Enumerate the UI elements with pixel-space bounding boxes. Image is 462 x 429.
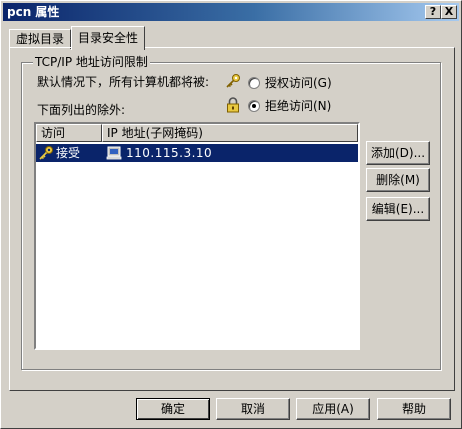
ok-button[interactable]: 确定 xyxy=(136,398,210,420)
apply-button[interactable]: 应用(A) xyxy=(296,398,370,420)
list-row[interactable]: 接受 110.115.3.10 xyxy=(36,144,358,162)
exceptions-list[interactable]: 访问 IP 地址(子网掩码) 接受 110.115.3.10 xyxy=(34,122,360,350)
key-icon xyxy=(39,146,53,160)
window-title: pcn 属性 xyxy=(7,5,60,19)
column-header-ip[interactable]: IP 地址(子网掩码) xyxy=(102,124,358,142)
grant-access-label[interactable]: 授权访问(G) xyxy=(265,75,332,91)
lock-icon xyxy=(227,97,239,113)
deny-access-label[interactable]: 拒绝访问(N) xyxy=(265,98,331,114)
row-access: 接受 xyxy=(56,146,81,160)
edit-button[interactable]: 编辑(E)... xyxy=(366,197,430,221)
column-header-access[interactable]: 访问 xyxy=(36,124,102,142)
group-title: TCP/IP 地址访问限制 xyxy=(33,55,150,69)
tab-virtual-directory[interactable]: 虚拟目录 xyxy=(9,29,72,49)
deny-access-radio[interactable] xyxy=(248,100,260,112)
list-header: 访问 IP 地址(子网掩码) xyxy=(36,124,358,142)
properties-dialog: pcn 属性 ? X 虚拟目录 目录安全性 TCP/IP 地址访问限制 默认情况… xyxy=(0,0,462,429)
tab-directory-security[interactable]: 目录安全性 xyxy=(71,26,146,50)
help-title-button[interactable]: ? xyxy=(425,5,441,19)
add-button[interactable]: 添加(D)... xyxy=(366,141,430,165)
remove-button[interactable]: 删除(M) xyxy=(366,168,430,192)
close-button[interactable]: X xyxy=(441,5,457,19)
title-bar[interactable]: pcn 属性 ? X xyxy=(3,3,459,21)
cancel-button[interactable]: 取消 xyxy=(216,398,290,420)
row-ip-address: 110.115.3.10 xyxy=(126,146,213,160)
exceptions-label: 下面列出的除外: xyxy=(37,103,126,117)
help-button[interactable]: 帮助 xyxy=(377,398,451,420)
key-icon xyxy=(226,74,240,88)
default-access-text: 默认情况下，所有计算机都将被: xyxy=(37,75,210,89)
computer-icon xyxy=(106,146,122,160)
grant-access-radio[interactable] xyxy=(248,77,260,89)
